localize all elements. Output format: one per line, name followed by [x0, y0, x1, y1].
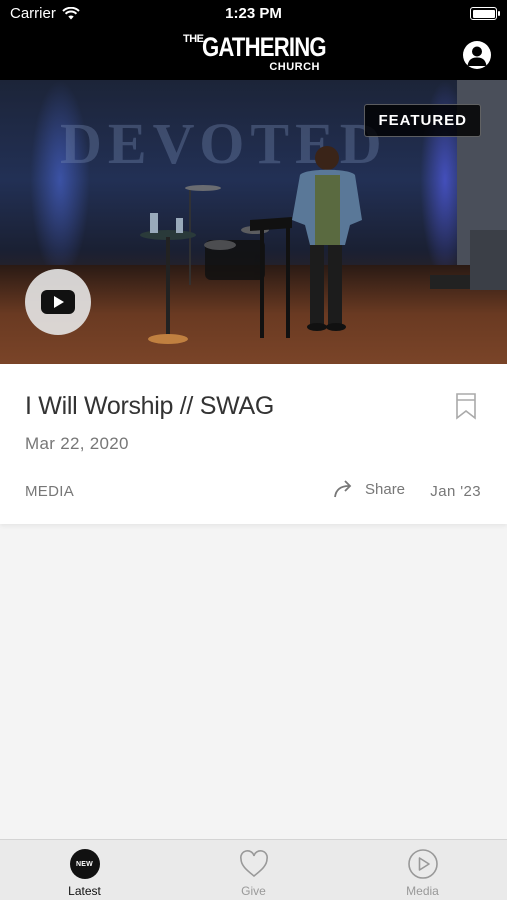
featured-badge: FEATURED	[364, 104, 481, 137]
new-badge: NEW	[69, 849, 100, 879]
status-bar: Carrier 1:23 PM	[0, 0, 507, 30]
new-badge-icon: NEW	[69, 848, 101, 880]
bookmark-icon	[456, 393, 476, 420]
share-button[interactable]: Share	[333, 479, 405, 499]
heart-icon	[238, 848, 270, 880]
logo-gathering: GATHERING	[202, 32, 327, 62]
youtube-play-icon	[41, 290, 75, 314]
card-category: MEDIA	[25, 483, 75, 500]
card-date-short: Jan '23	[430, 483, 481, 500]
card-date: Mar 22, 2020	[25, 434, 129, 453]
battery-icon	[470, 7, 500, 20]
card-title[interactable]: I Will Worship // SWAG	[25, 392, 274, 421]
speaker-person	[292, 146, 362, 331]
media-card[interactable]: I Will Worship // SWAG Mar 22, 2020 MEDI…	[0, 364, 507, 524]
app-header: THE GATHERING CHURCH	[0, 30, 507, 80]
tab-bar: NEW Latest Give Media	[0, 839, 507, 900]
church-logo: THE GATHERING CHURCH	[183, 32, 327, 76]
person-icon	[467, 46, 487, 66]
logo-church: CHURCH	[269, 61, 320, 73]
share-label: Share	[365, 480, 406, 498]
tab-media-label: Media	[406, 884, 439, 898]
tab-give-label: Give	[241, 884, 266, 898]
stage-table	[140, 213, 196, 344]
share-arrow-icon	[334, 480, 352, 498]
bookmark-button[interactable]	[455, 392, 477, 420]
play-video-button[interactable]	[25, 269, 91, 335]
drum-kit	[185, 185, 269, 285]
tab-media[interactable]: Media	[338, 840, 507, 900]
profile-button[interactable]	[463, 41, 491, 69]
featured-video-thumbnail[interactable]: DEVOTED FEATURED	[0, 80, 507, 364]
stage-box	[470, 230, 507, 290]
tab-latest[interactable]: NEW Latest	[0, 840, 169, 900]
floor-monitor	[430, 275, 470, 289]
status-time: 1:23 PM	[225, 5, 282, 22]
tab-give[interactable]: Give	[169, 840, 338, 900]
play-circle-icon	[407, 848, 439, 880]
tab-latest-label: Latest	[68, 884, 101, 898]
